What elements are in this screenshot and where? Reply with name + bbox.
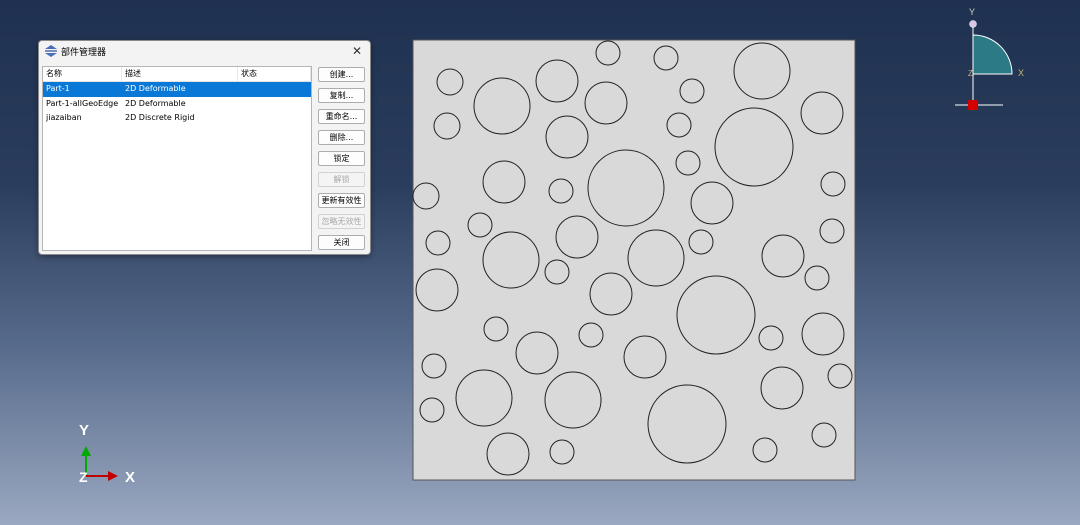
row-description: 2D Deformable (125, 84, 186, 93)
triad-x-arrow (108, 471, 118, 481)
dialog-title: 部件管理器 (61, 47, 107, 58)
row-status (238, 82, 311, 97)
view-z-label: Z (968, 69, 973, 78)
row-name: Part-1-allGeoEdge (46, 98, 119, 108)
row-description: 2D Deformable (125, 98, 186, 108)
part-rectangle[interactable] (412, 39, 856, 481)
triad-y-label: Y (79, 422, 89, 439)
view-origin-handle[interactable] (968, 100, 978, 110)
part-manager-dialog[interactable]: 部件管理器 ✕ 名称 描述 状态 Part-1 2D Deformable Pa… (38, 40, 371, 255)
update-validity-button[interactable]: 更新有效性 (318, 193, 365, 208)
table-row[interactable]: Part-1 2D Deformable (43, 82, 311, 97)
triad-y-arrow (81, 446, 91, 456)
view-y-label: Y (969, 7, 975, 17)
global-axis-triad: Y Z X (79, 422, 135, 486)
row-description: 2D Discrete Rigid (125, 113, 195, 122)
column-header-status[interactable]: 状态 (238, 67, 311, 81)
part-geometry[interactable] (412, 39, 856, 481)
close-button[interactable]: 关闭 (318, 235, 365, 250)
row-status (238, 97, 311, 112)
triad-x-label: X (125, 469, 135, 486)
row-name: Part-1 (46, 84, 70, 93)
ignore-invalidity-button[interactable]: 忽略无效性 (318, 214, 365, 229)
column-header-description[interactable]: 描述 (122, 67, 238, 81)
column-header-name[interactable]: 名称 (43, 67, 122, 81)
app-logo-icon (45, 45, 57, 57)
triad-z-label: Z (79, 469, 88, 485)
delete-button[interactable]: 删除... (318, 130, 365, 145)
view-x-label: X (1018, 68, 1024, 78)
view-y-handle[interactable] (969, 20, 977, 28)
lock-button[interactable]: 锁定 (318, 151, 365, 166)
row-name: jiazaiban (46, 113, 82, 122)
row-status (238, 111, 311, 126)
view-cube-triad[interactable]: Y Z X (955, 7, 1024, 110)
dialog-button-column: 创建... 复制... 重命名... 删除... 锁定 解锁 更新有效性 忽略无… (318, 67, 366, 254)
table-row[interactable]: jiazaiban 2D Discrete Rigid (43, 111, 311, 126)
table-header: 名称 描述 状态 (43, 67, 311, 82)
rename-button[interactable]: 重命名... (318, 109, 365, 124)
parts-table[interactable]: 名称 描述 状态 Part-1 2D Deformable Part-1-all… (42, 66, 312, 251)
copy-button[interactable]: 复制... (318, 88, 365, 103)
unlock-button[interactable]: 解锁 (318, 172, 365, 187)
close-icon[interactable]: ✕ (350, 44, 364, 58)
dialog-titlebar[interactable]: 部件管理器 ✕ (39, 41, 370, 61)
view-quadrant[interactable] (972, 34, 1013, 75)
create-button[interactable]: 创建... (318, 67, 365, 82)
table-row[interactable]: Part-1-allGeoEdge 2D Deformable (43, 97, 311, 112)
